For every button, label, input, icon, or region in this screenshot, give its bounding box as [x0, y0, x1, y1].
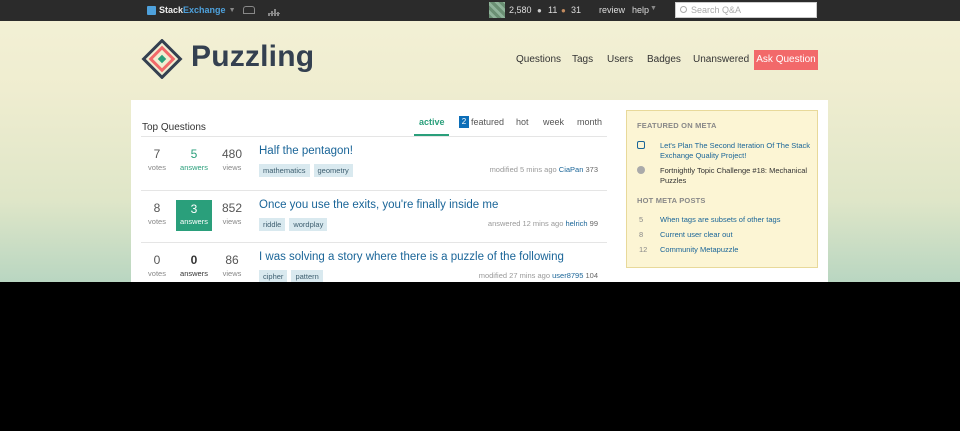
answer-count: 5 answers	[180, 147, 208, 172]
user-link[interactable]: helrich	[565, 219, 587, 228]
meta-cloud-icon	[637, 166, 645, 174]
search-input[interactable]: Search Q&A	[675, 2, 817, 18]
vote-count: 0 votes	[148, 253, 166, 278]
nav-unanswered[interactable]: Unanswered	[693, 54, 749, 65]
tab-hot[interactable]: hot	[516, 117, 529, 127]
tag[interactable]: riddle	[259, 218, 286, 231]
silver-badge-icon: ●	[537, 6, 542, 15]
meta-bubble-icon	[637, 141, 645, 149]
user-reputation: 373	[585, 165, 598, 174]
nav-questions[interactable]: Questions	[516, 54, 561, 65]
answer-count-accepted: 3 answers	[176, 200, 212, 231]
activity-time[interactable]: modified 27 mins ago	[479, 271, 550, 280]
question-row: 0 votes 0 answers 86 views I was solving a …	[141, 244, 607, 282]
nav-tags[interactable]: Tags	[572, 54, 593, 65]
help-link[interactable]: help	[632, 5, 649, 15]
featured-heading: FEATURED ON META	[637, 121, 717, 130]
ask-question-button[interactable]: Ask Question	[754, 50, 818, 70]
tag[interactable]: wordplay	[289, 218, 328, 231]
activity-time[interactable]: answered 12 mins ago	[488, 219, 563, 228]
question-row: 7 votes 5 answers 480 views Half the pentag…	[141, 138, 607, 190]
site-name[interactable]: Puzzling	[191, 40, 314, 74]
chevron-down-icon: ▼	[228, 6, 236, 14]
view-count: 852 views	[221, 201, 243, 226]
question-row: 8 votes 3 answers 852 views Once you use th…	[141, 192, 607, 244]
bronze-badge-icon: ●	[561, 6, 566, 15]
stackexchange-icon	[147, 5, 156, 15]
silver-badge-count: 11	[548, 5, 558, 15]
tag-list: riddle wordplay	[259, 218, 328, 231]
tag[interactable]: mathematics	[259, 164, 310, 177]
puzzling-logo-icon[interactable]	[140, 39, 184, 79]
question-meta: modified 5 mins ago CiaPan 373	[490, 165, 598, 174]
featured-meta-sidebar: FEATURED ON META Let's Plan The Second I…	[626, 110, 818, 268]
tab-active[interactable]: active	[419, 117, 445, 127]
brand-stack: Stack	[159, 5, 184, 15]
question-meta: modified 27 mins ago user8795 104	[479, 271, 598, 280]
question-title-link[interactable]: Once you use the exits, you're finally i…	[259, 199, 498, 211]
divider	[141, 136, 607, 137]
vote-count: 7 votes	[148, 147, 166, 172]
answer-count: 0 answers	[180, 253, 208, 278]
bronze-badge-count: 31	[571, 5, 582, 15]
tab-month[interactable]: month	[577, 117, 602, 127]
tag[interactable]: cipher	[259, 270, 288, 282]
divider	[141, 190, 607, 191]
user-reputation: 104	[585, 271, 598, 280]
help-chevron-icon: ▼	[650, 5, 657, 12]
avatar[interactable]	[489, 2, 505, 18]
question-meta: answered 12 mins ago helrich 99	[488, 219, 598, 228]
view-count: 480 views	[221, 147, 243, 172]
achievements-icon[interactable]	[268, 6, 280, 16]
search-placeholder: Search Q&A	[691, 5, 742, 15]
reputation-count[interactable]: 2,580	[509, 5, 532, 15]
tab-featured[interactable]: featured	[471, 117, 504, 127]
hot-meta-heading: HOT META POSTS	[637, 196, 706, 205]
tab-week[interactable]: week	[543, 117, 564, 127]
stackexchange-menu[interactable]: Stack Exchange ▼	[147, 5, 236, 15]
brand-exchange: Exchange	[183, 5, 226, 15]
question-title-link[interactable]: Half the pentagon!	[259, 145, 353, 157]
featured-count-badge[interactable]: 2	[459, 116, 469, 128]
divider	[141, 242, 607, 243]
user-link[interactable]: user8795	[552, 271, 583, 280]
tag[interactable]: pattern	[291, 270, 323, 282]
vote-count: 8 votes	[148, 201, 166, 226]
user-link[interactable]: CiaPan	[559, 165, 584, 174]
tag-list: cipher pattern	[259, 270, 323, 282]
inbox-icon[interactable]	[243, 6, 255, 14]
top-bar: Stack Exchange ▼ 2,580 ● 11 ● 31 review h…	[0, 0, 960, 21]
search-icon	[680, 6, 687, 13]
view-count: 86 views	[222, 253, 242, 278]
activity-time[interactable]: modified 5 mins ago	[490, 165, 557, 174]
page-title: Top Questions	[142, 122, 206, 133]
tag-list: mathematics geometry	[259, 164, 353, 177]
question-title-link[interactable]: I was solving a story where there is a p…	[259, 251, 564, 263]
tag[interactable]: geometry	[313, 164, 353, 177]
page: Stack Exchange ▼ 2,580 ● 11 ● 31 review h…	[0, 0, 960, 282]
user-reputation: 99	[589, 219, 598, 228]
nav-badges[interactable]: Badges	[647, 54, 681, 65]
nav-users[interactable]: Users	[607, 54, 633, 65]
review-link[interactable]: review	[599, 5, 625, 15]
